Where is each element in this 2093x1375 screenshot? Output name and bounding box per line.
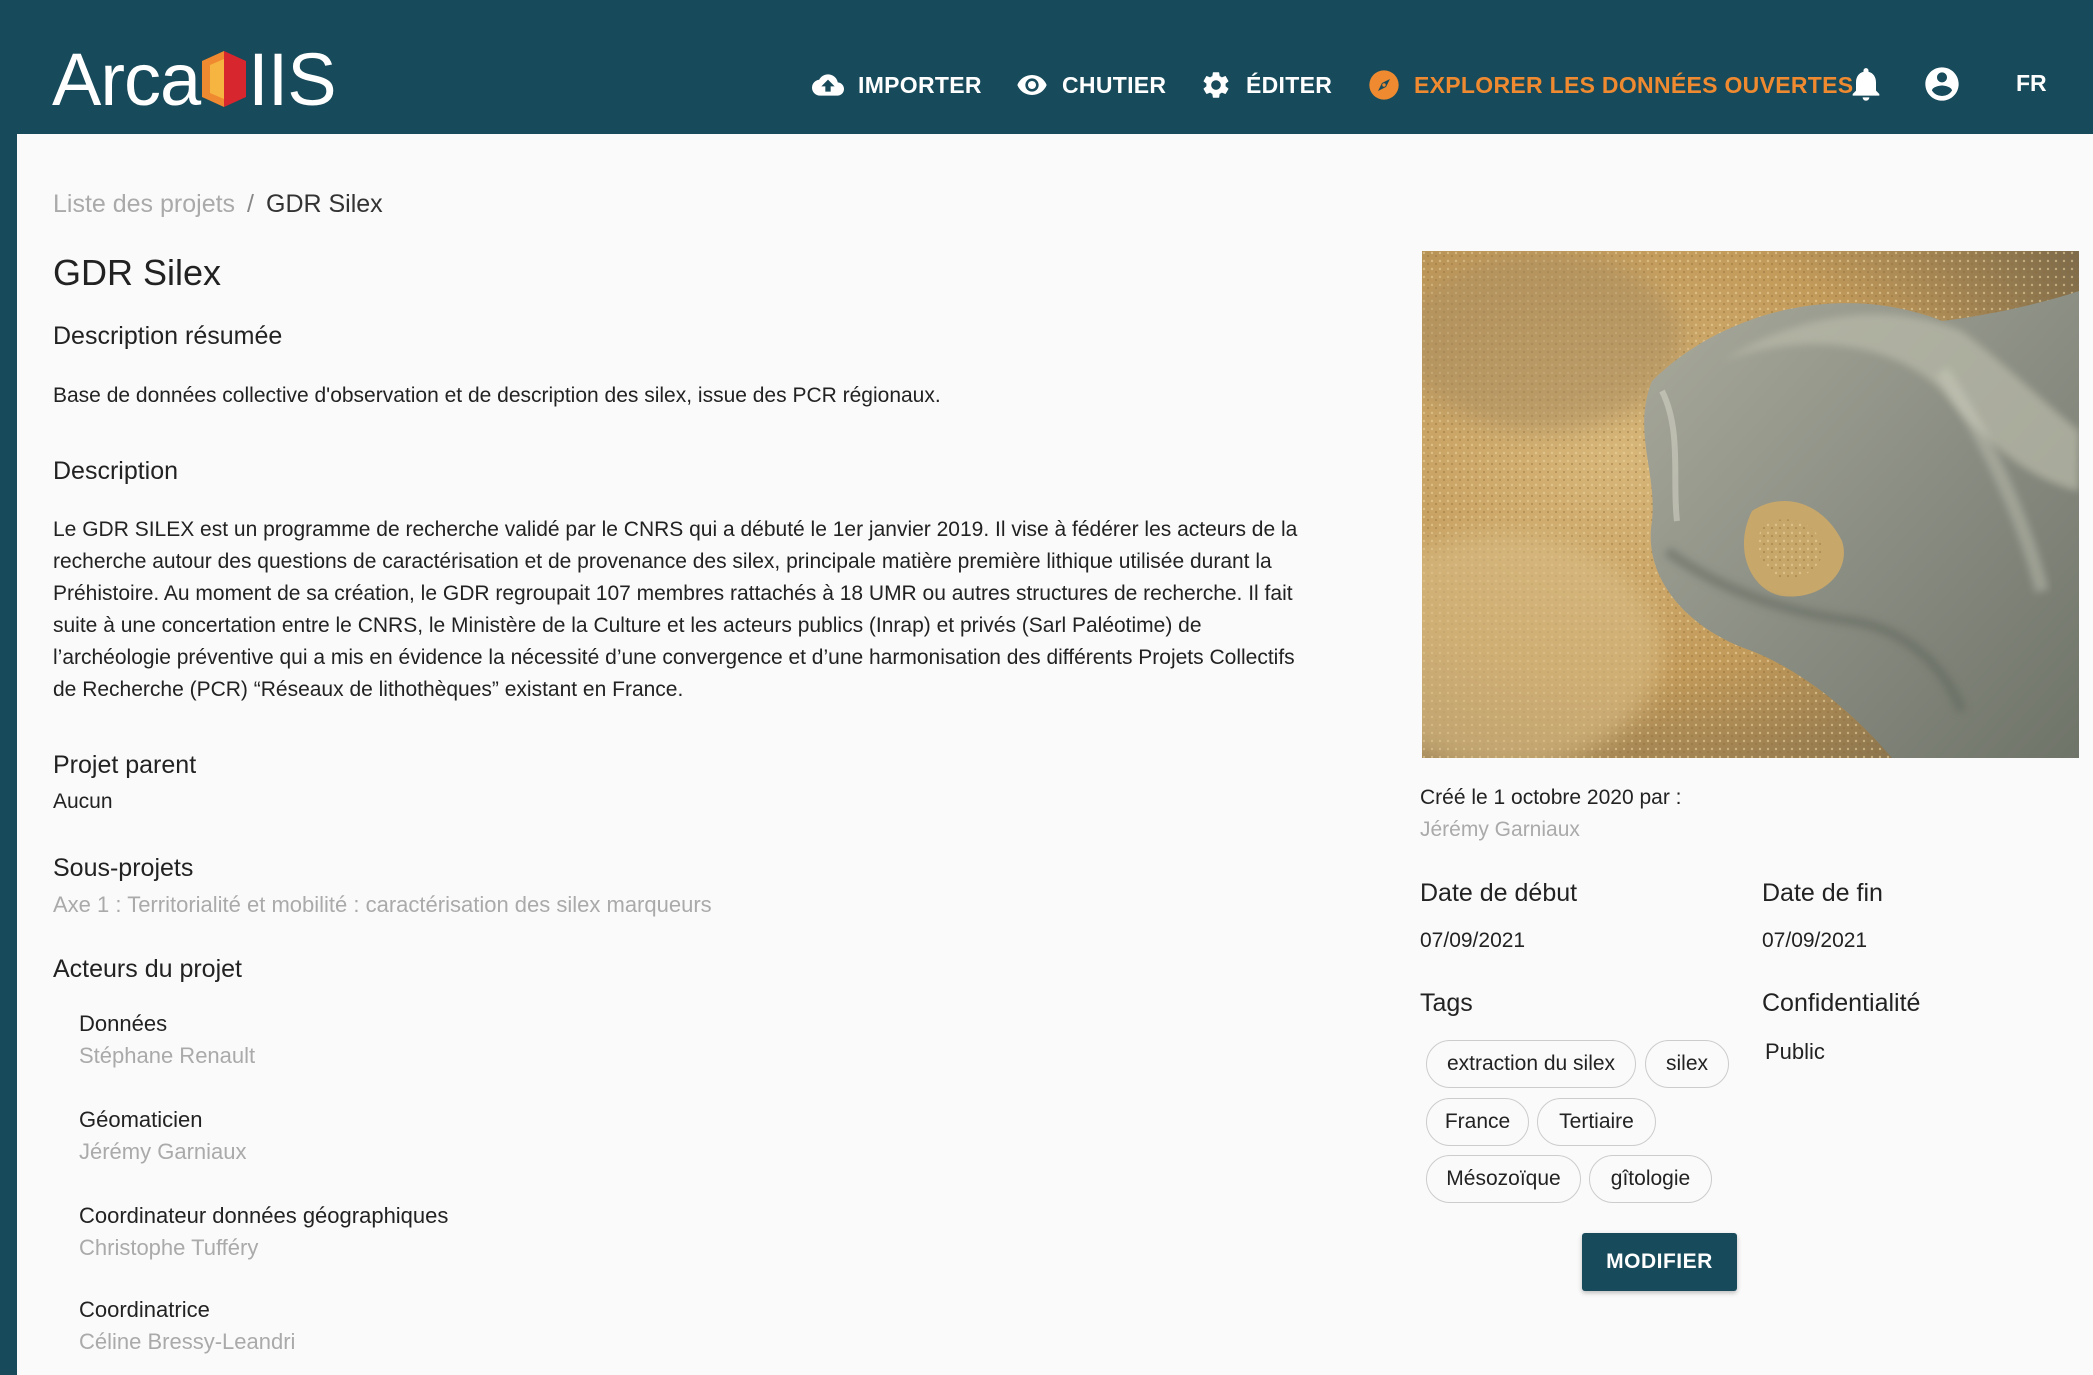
tag-chip[interactable]: silex (1645, 1040, 1729, 1088)
actor-role: Géomaticien (79, 1107, 203, 1132)
actor-name: Jérémy Garniaux (79, 1139, 247, 1164)
actor-role: Données (79, 1011, 168, 1036)
created-label: Créé le 1 octobre 2020 par : (1420, 786, 1682, 809)
actor-role: Coordinatrice (79, 1297, 210, 1322)
start-date-value: 07/09/2021 (1420, 929, 1526, 952)
end-date-heading: Date de fin (1762, 879, 1883, 907)
project-title: GDR Silex (53, 252, 222, 293)
breadcrumb-current: GDR Silex (266, 190, 383, 218)
arcaiis-logo[interactable]: Arca IIS (52, 38, 342, 122)
logo-text-left: Arca (52, 38, 201, 121)
eye-icon (1017, 75, 1047, 95)
bell-icon[interactable] (1846, 64, 1886, 104)
nav-cart-button[interactable]: CHUTIER (1016, 60, 1166, 110)
tag-chip[interactable]: gîtologie (1589, 1155, 1712, 1203)
nav-cart-label: CHUTIER (1062, 71, 1167, 98)
tag-chip[interactable]: extraction du silex (1426, 1040, 1636, 1088)
modify-button[interactable]: MODIFIER (1582, 1233, 1737, 1291)
nav-explore-label: EXPLORER LES DONNÉES OUVERTES (1414, 71, 1854, 98)
gear-icon (1203, 72, 1229, 98)
actor-name: Céline Bressy-Leandri (79, 1329, 296, 1354)
project-image (1422, 251, 2079, 758)
created-by-link[interactable]: Jérémy Garniaux (1420, 814, 1580, 846)
confidentiality-value: Public (1765, 1039, 1825, 1064)
breadcrumb: Liste des projets / GDR Silex (53, 190, 383, 219)
nav-import-label: IMPORTER (858, 71, 982, 98)
subproject-link[interactable]: Axe 1 : Territorialité et mobilité : car… (53, 889, 712, 921)
start-date-heading: Date de début (1420, 879, 1578, 907)
account-circle-icon[interactable] (1922, 64, 1962, 104)
actor-name: Stéphane Renault (79, 1043, 256, 1068)
actor-role: Coordinateur données géographiques (79, 1203, 449, 1228)
end-date-value: 07/09/2021 (1762, 929, 1868, 952)
description-line: l’archéologie préventive qui a mis en év… (53, 646, 1295, 669)
parent-project-heading: Projet parent (53, 751, 197, 779)
summary-heading: Description résumée (53, 322, 283, 350)
description-line: suite à une concertation entre le CNRS, … (53, 614, 1202, 637)
breadcrumb-separator: / (247, 190, 254, 218)
confidentiality-heading: Confidentialité (1762, 989, 1921, 1017)
description-text: Le GDR SILEX est un programme de recherc… (53, 514, 1423, 706)
description-line: Préhistoire. Au moment de sa création, l… (53, 582, 1293, 605)
nav-explore-open-data-button[interactable]: EXPLORER LES DONNÉES OUVERTES (1368, 60, 1853, 110)
cloud-upload-icon (812, 74, 844, 96)
nav-import-button[interactable]: IMPORTER (812, 60, 982, 110)
compass-icon (1369, 70, 1399, 100)
actors-heading: Acteurs du projet (53, 955, 242, 983)
logo-mark-icon (202, 51, 247, 107)
description-heading: Description (53, 457, 179, 485)
actor-name: Christophe Tufféry (79, 1235, 259, 1260)
nav-edit-button[interactable]: ÉDITER (1200, 60, 1332, 110)
top-navigation-bar: Arca IIS IMPORTER CHUTIER ÉDITER EXPLORER… (0, 0, 2093, 134)
tag-chip[interactable]: Tertiaire (1537, 1098, 1656, 1146)
nav-edit-label: ÉDITER (1246, 71, 1333, 98)
summary-text: Base de données collective d'observation… (53, 384, 941, 407)
description-line: Le GDR SILEX est un programme de recherc… (53, 518, 1298, 541)
main-content: Liste des projets / GDR Silex GDR Silex De… (17, 134, 2093, 1375)
description-line: recherche autour des questions de caract… (53, 550, 1272, 573)
tags-heading: Tags (1420, 989, 1473, 1017)
language-selector[interactable]: FR (2016, 70, 2047, 97)
description-line: de Recherche (PCR) “Réseaux de lithothèq… (53, 678, 684, 701)
logo-text-right: IIS (248, 38, 336, 121)
subprojects-heading: Sous-projets (53, 854, 194, 882)
breadcrumb-projects-link[interactable]: Liste des projets (53, 190, 235, 218)
tag-chip[interactable]: Mésozoïque (1426, 1155, 1581, 1203)
tag-chip[interactable]: France (1426, 1098, 1529, 1146)
parent-project-value: Aucun (53, 790, 113, 813)
